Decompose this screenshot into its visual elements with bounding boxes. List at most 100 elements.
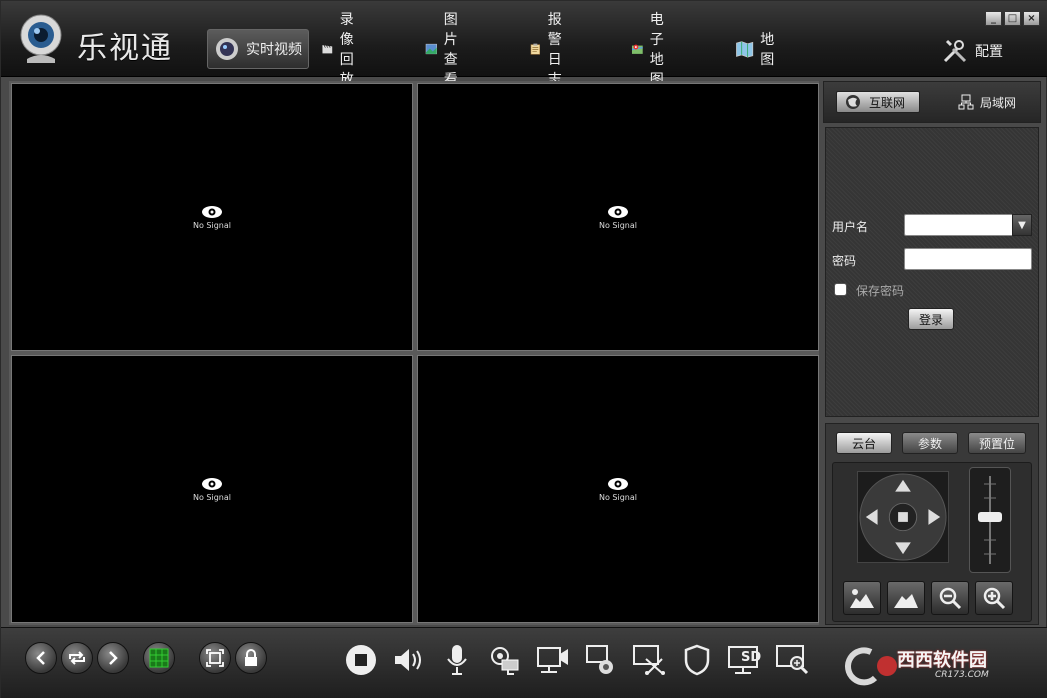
microphone-button[interactable] (439, 642, 475, 678)
tools-icon (943, 39, 967, 63)
ptz-panel: 云台 参数 预置位 (825, 423, 1039, 625)
crop-icon (633, 645, 665, 675)
loop-icon (69, 651, 85, 665)
tab-lan[interactable]: 局域网 (950, 91, 1034, 113)
slider-thumb (978, 512, 1002, 522)
tab-label: 局域网 (980, 95, 1017, 110)
next-icon (109, 651, 118, 665)
minimize-button[interactable]: _ (985, 11, 1002, 26)
right-panel: 互联网 局域网 用户名 ▼ 密码 保存密码 登录 云台 参数 预置位 (823, 81, 1041, 625)
login-panel: 用户名 ▼ 密码 保存密码 登录 (825, 127, 1039, 417)
focus-near-button[interactable] (843, 581, 881, 615)
nav-label: 报警日志 (547, 12, 562, 88)
app-window: 乐视通 实时视频 录像回放 图片查看 报警日志 电子地图 地图 配置 _ □ ×… (0, 0, 1047, 698)
tab-params[interactable]: 参数 (902, 432, 958, 454)
prev-button[interactable] (25, 642, 57, 674)
webcam-icon (216, 38, 238, 60)
stop-button[interactable] (343, 642, 379, 678)
sd-card-icon: SD (728, 646, 761, 674)
maximize-button[interactable]: □ (1004, 11, 1021, 26)
username-label: 用户名 (832, 220, 869, 234)
folded-map-icon (736, 41, 754, 58)
focus-near-icon (850, 589, 874, 608)
stop-center-icon (898, 512, 908, 522)
speed-slider[interactable] (969, 467, 1011, 573)
config-button[interactable]: 配置 (941, 37, 1003, 65)
tab-presets[interactable]: 预置位 (968, 432, 1026, 454)
nav-e-map[interactable]: 电子地图 (625, 12, 683, 88)
eye-icon (608, 205, 628, 218)
zoom-in-icon (983, 587, 1006, 610)
watermark-url: CR173.COM (935, 670, 989, 680)
fullscreen-icon (206, 649, 224, 667)
camera-settings-button[interactable] (487, 642, 523, 678)
fullscreen-button[interactable] (199, 642, 231, 674)
capture-button[interactable] (583, 642, 619, 678)
zoom-out-icon (939, 587, 962, 610)
loop-button[interactable] (61, 642, 93, 674)
network-tabs: 互联网 局域网 (823, 81, 1041, 123)
sd-card-button[interactable]: SD (727, 642, 763, 678)
nav-alarm-log[interactable]: 报警日志 (523, 12, 581, 88)
password-input[interactable] (904, 248, 1032, 270)
top-bar: 乐视通 实时视频 录像回放 图片查看 报警日志 电子地图 地图 配置 _ □ × (1, 1, 1047, 88)
globe-icon (846, 95, 860, 109)
focus-far-icon (894, 594, 918, 608)
grid-layout-button[interactable] (143, 642, 175, 674)
direction-pad[interactable] (857, 471, 949, 563)
grid-layout-icon (149, 648, 169, 668)
watermark-logo-icon (845, 647, 897, 686)
zoom-out-button[interactable] (931, 581, 969, 615)
nav-pictures[interactable]: 图片查看 (419, 12, 477, 88)
username-input[interactable] (904, 214, 1014, 236)
login-button[interactable]: 登录 (908, 308, 954, 330)
nav-live-video[interactable]: 实时视频 (207, 29, 309, 69)
chevron-down-icon[interactable]: ▼ (1012, 214, 1032, 236)
lock-button[interactable] (235, 642, 267, 674)
watermark: 西西软件园 CR173.COM (831, 644, 1031, 688)
capture-icon (586, 645, 613, 674)
clipboard-icon (530, 43, 540, 55)
zoom-view-button[interactable] (775, 642, 811, 678)
nav-playback[interactable]: 录像回放 (315, 12, 373, 88)
close-button[interactable]: × (1023, 11, 1040, 26)
tab-label: 互联网 (869, 95, 906, 110)
slider-scale (978, 476, 1002, 564)
clapperboard-icon (322, 44, 333, 54)
svg-text:SD: SD (741, 650, 761, 665)
app-title: 乐视通 (77, 31, 173, 66)
no-signal-label: No Signal (599, 492, 637, 502)
shield-icon (684, 644, 710, 676)
nav-label: 实时视频 (246, 42, 302, 58)
eye-icon (202, 477, 222, 490)
tab-ptz[interactable]: 云台 (836, 432, 892, 454)
map-pin-icon (631, 44, 643, 54)
volume-icon (395, 649, 421, 671)
volume-button[interactable] (391, 642, 427, 678)
video-pane-1[interactable]: No Signal (11, 83, 413, 351)
no-signal-label: No Signal (193, 220, 231, 230)
ptz-controls (832, 462, 1032, 622)
webcam-logo-icon (20, 14, 62, 63)
next-button[interactable] (97, 642, 129, 674)
video-grid: No Signal No Signal No Signal No Signal (9, 81, 819, 625)
nav-map[interactable]: 地图 (729, 29, 787, 69)
crop-button[interactable] (631, 642, 667, 678)
record-button[interactable] (535, 642, 571, 678)
bottom-toolbar: SD 西西软件园 CR173.COM (1, 627, 1047, 698)
no-signal-label: No Signal (599, 220, 637, 230)
shield-button[interactable] (679, 642, 715, 678)
zoom-in-button[interactable] (975, 581, 1013, 615)
video-pane-4[interactable]: No Signal (417, 355, 819, 623)
save-password-checkbox[interactable] (834, 283, 847, 296)
stop-icon (346, 645, 376, 675)
tab-internet[interactable]: 互联网 (836, 91, 920, 113)
watermark-brand: 西西软件园 (897, 650, 987, 671)
lock-icon (245, 649, 257, 666)
nav-label: 电子地图 (649, 12, 664, 88)
video-pane-2[interactable]: No Signal (417, 83, 819, 351)
eye-icon (608, 477, 628, 490)
focus-far-button[interactable] (887, 581, 925, 615)
video-pane-3[interactable]: No Signal (11, 355, 413, 623)
camera-settings-icon (491, 647, 519, 675)
